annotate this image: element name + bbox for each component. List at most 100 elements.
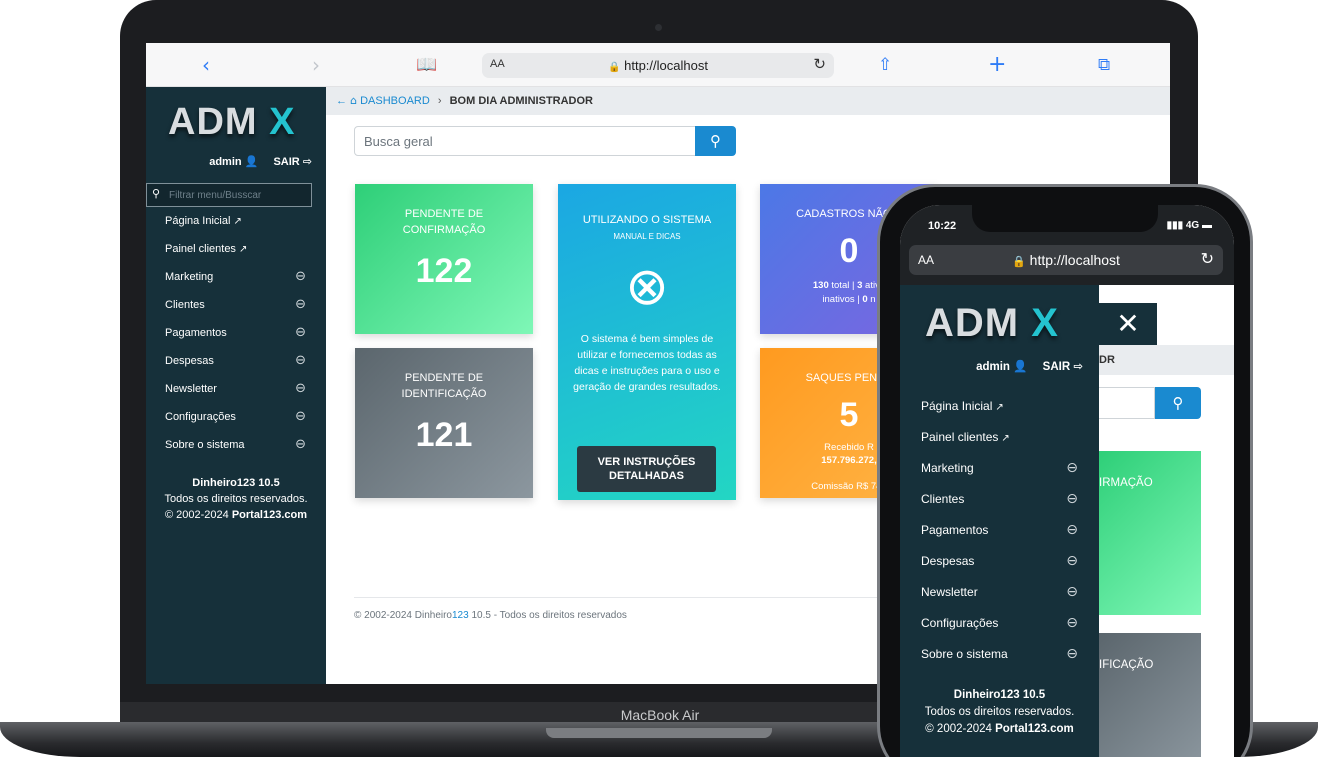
back-icon[interactable]: ‹ [202,53,210,77]
sidebar-item-newsletter[interactable]: Newsletter ⊖ [900,577,1099,608]
global-search-input[interactable] [354,126,696,156]
sidebar-item-label: Configurações [165,411,236,423]
sidebar-item-despesas[interactable]: Despesas ⊖ [146,347,326,375]
footer-copy: © 2002-2024 [164,509,232,521]
footer-brand-link[interactable]: Portal123.com [995,723,1074,735]
user-line: admin 👤 SAIR ⇨ [197,155,312,168]
sidebar-item-label: Configurações [921,616,999,630]
sidebar: ADM X admin 👤 SAIR ⇨ ⚲ Página Inicial↗ P… [146,87,326,684]
user-name[interactable]: admin 👤 [203,155,258,168]
reload-icon[interactable]: ↻ [813,55,826,73]
sidebar-item-clientes[interactable]: Clientes ⊖ [900,484,1099,515]
back-arrow-icon[interactable]: ← [336,95,347,107]
lock-icon: 🔒 [1012,255,1026,268]
stat-inactive-label: inativos | [822,294,863,305]
device-mockup-scene: MacBook Air ‹ › 📖 AA 🔒 http://localhost … [0,0,1318,757]
sidebar-item-label: Painel clientes [921,430,999,444]
sidebar-item-sobre[interactable]: Sobre o sistema ⊖ [146,431,326,459]
card-pending-identification[interactable]: PENDENTE DE IDENTIFICAÇÃO 121 [355,348,533,498]
phone-screen: 10:22 ▮▮▮ 4G ▬ AA 🔒 http://localhost ↻ D… [900,205,1234,757]
phone-sidebar-menu: Página Inicial ↗ Painel clientes ↗ Marketi… [900,391,1099,670]
user-name-text: admin [209,156,242,168]
card-title: PENDENTE DE IDENTIFICAÇÃO [401,372,487,400]
sidebar-item-painel-clientes[interactable]: Painel clientes ↗ [900,422,1099,453]
sidebar-item-label: Newsletter [921,585,978,599]
footer-brand-link[interactable]: Portal123.com [232,509,307,521]
logout-link[interactable]: SAIR ⇨ [1037,359,1083,373]
phone-address-bar[interactable]: AA 🔒 http://localhost ↻ [909,245,1223,275]
laptop-notch [546,728,772,738]
logo-accent: X [269,101,296,143]
logo[interactable]: ADM X [168,101,295,144]
sidebar-item-newsletter[interactable]: Newsletter ⊖ [146,375,326,403]
logout-link[interactable]: SAIR ⇨ [267,155,312,168]
phone-card-pending-identification[interactable]: IFICAÇÃO [1099,633,1201,757]
sidebar-item-configuracoes[interactable]: Configurações ⊖ [900,608,1099,639]
sidebar-item-despesas[interactable]: Despesas ⊖ [900,546,1099,577]
status-network: ▮▮▮ 4G ▬ [1167,220,1212,231]
search-button[interactable]: ⚲ [695,126,736,156]
footer-product: Dinheiro123 10.5 [953,689,1046,701]
address-bar[interactable]: AA 🔒 http://localhost ↻ [482,53,834,78]
expand-arrow-icon: ⊖ [1066,491,1078,507]
network-type: 4G [1185,220,1200,231]
search-icon: ⚲ [152,187,161,200]
sidebar-item-sobre[interactable]: Sobre o sistema ⊖ [900,639,1099,670]
menu-filter-input[interactable] [169,187,309,203]
card-title: UTILIZANDO O SISTEMA [582,214,712,226]
sidebar-item-label: Sobre o sistema [165,439,245,451]
sidebar-item-label: Despesas [921,554,975,568]
tabs-icon[interactable]: ⧉ [1098,53,1110,77]
sidebar-item-pagamentos[interactable]: Pagamentos ⊖ [146,319,326,347]
user-name[interactable]: admin 👤 [970,359,1028,373]
logo[interactable]: ADM X [925,301,1059,346]
phone-card-pending-confirmation[interactable]: IRMAÇÃO [1099,451,1201,615]
expand-arrow-icon: ⊖ [1066,615,1078,631]
sidebar-item-marketing[interactable]: Marketing ⊖ [900,453,1099,484]
reload-icon[interactable]: ↻ [1201,249,1214,268]
breadcrumb: ← ⌂ DASHBOARD › BOM DIA ADMINISTRADOR [326,87,1170,115]
sidebar-item-configuracoes[interactable]: Configurações ⊖ [146,403,326,431]
expand-arrow-icon: ⊖ [295,297,306,312]
card-using-system: UTILIZANDO O SISTEMA MANUAL E DICAS ⊗ O … [558,184,736,500]
sidebar-item-marketing[interactable]: Marketing ⊖ [146,263,326,291]
footer-highlight: 123 [452,610,469,621]
phone-search-input[interactable] [1099,387,1155,419]
sidebar-item-pagamentos[interactable]: Pagamentos ⊖ [900,515,1099,546]
sidebar-menu: Página Inicial ↗ Painel clientes ↗ Marketi… [146,207,326,459]
sidebar-item-pagina-inicial[interactable]: Página Inicial ↗ [900,391,1099,422]
card-pending-confirmation[interactable]: PENDENTE DE CONFIRMAÇÃO 122 [355,184,533,334]
lock-icon: 🔒 [608,62,621,73]
view-instructions-button[interactable]: VER INSTRUÇÕES DETALHADAS [577,446,716,492]
close-menu-button[interactable]: ✕ [1099,303,1157,345]
card-description: O sistema é bem simples de utilizar e fo… [573,333,721,393]
breadcrumb-dashboard[interactable]: DASHBOARD [360,95,430,107]
phone-sidebar: ADM X admin 👤 SAIR ⇨ Página Inicial ↗ Pai… [900,285,1099,757]
logout-text: SAIR [1042,361,1071,373]
sidebar-item-clientes[interactable]: Clientes ⊖ [146,291,326,319]
laptop-device-label: MacBook Air [620,707,700,723]
new-tab-icon[interactable]: + [988,53,1006,77]
stat-new-label: n [867,294,876,305]
lifebuoy-icon: ⊗ [625,257,669,317]
user-icon: 👤 [1013,359,1028,373]
bookmarks-icon[interactable]: 📖 [416,53,437,77]
url-text: 🔒 http://localhost [482,58,834,73]
breadcrumb-fragment: DR [1099,354,1115,366]
expand-arrow-icon: ⊖ [295,437,306,452]
breadcrumb-current: BOM DIA ADMINISTRADOR [449,95,593,107]
forward-icon[interactable]: › [312,53,320,77]
share-icon[interactable]: ⇧ [878,53,892,77]
sidebar-item-pagina-inicial[interactable]: Página Inicial ↗ [146,207,326,235]
phone-search-button[interactable]: ⚲ [1155,387,1201,419]
status-time: 10:22 [928,220,957,232]
logo-main: ADM [925,301,1020,345]
logo-accent: X [1031,301,1059,345]
sidebar-item-painel-clientes[interactable]: Painel clientes ↗ [146,235,326,263]
expand-arrow-icon: ⊖ [295,381,306,396]
url-value: http://localhost [624,58,708,73]
card-title-fragment: IRMAÇÃO [1099,477,1153,489]
phone-notch [972,205,1158,232]
home-icon: ⌂ [350,94,358,107]
footer-suffix: 10.5 - Todos os direitos reservados [468,610,627,621]
